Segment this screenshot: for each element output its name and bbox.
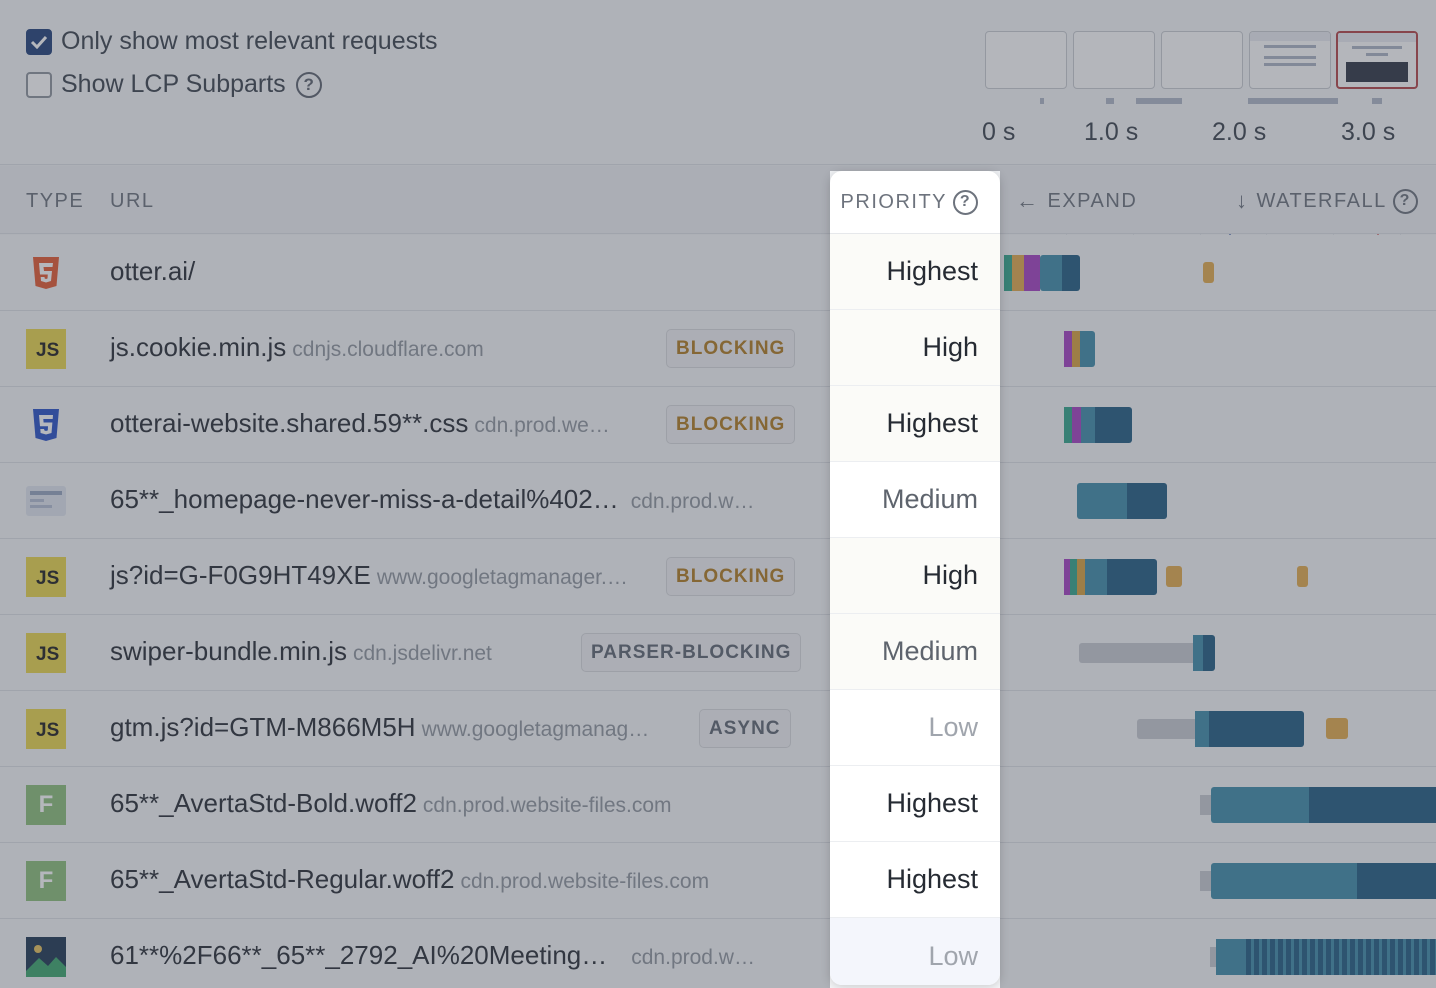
priority-cell: Highest — [830, 234, 1000, 310]
priority-cell: Low — [830, 690, 1000, 766]
priority-cell: Highest — [830, 842, 1000, 918]
priority-cell: Medium — [830, 614, 1000, 690]
priority-cell: High — [830, 538, 1000, 614]
help-icon[interactable]: ? — [953, 189, 978, 215]
priority-cell: Medium — [830, 462, 1000, 538]
priority-column-header[interactable]: PRIORITY ? — [830, 171, 1000, 234]
dim-overlay — [0, 0, 830, 988]
dim-overlay — [1000, 0, 1436, 988]
priority-cell: Highest — [830, 386, 1000, 462]
priority-cell: High — [830, 310, 1000, 386]
priority-cell: Low — [830, 918, 1000, 985]
dim-overlay — [830, 0, 1000, 171]
priority-column: PRIORITY ? Highest High Highest Medium H… — [830, 171, 1000, 985]
priority-label: PRIORITY — [840, 190, 947, 213]
priority-cell: Highest — [830, 766, 1000, 842]
